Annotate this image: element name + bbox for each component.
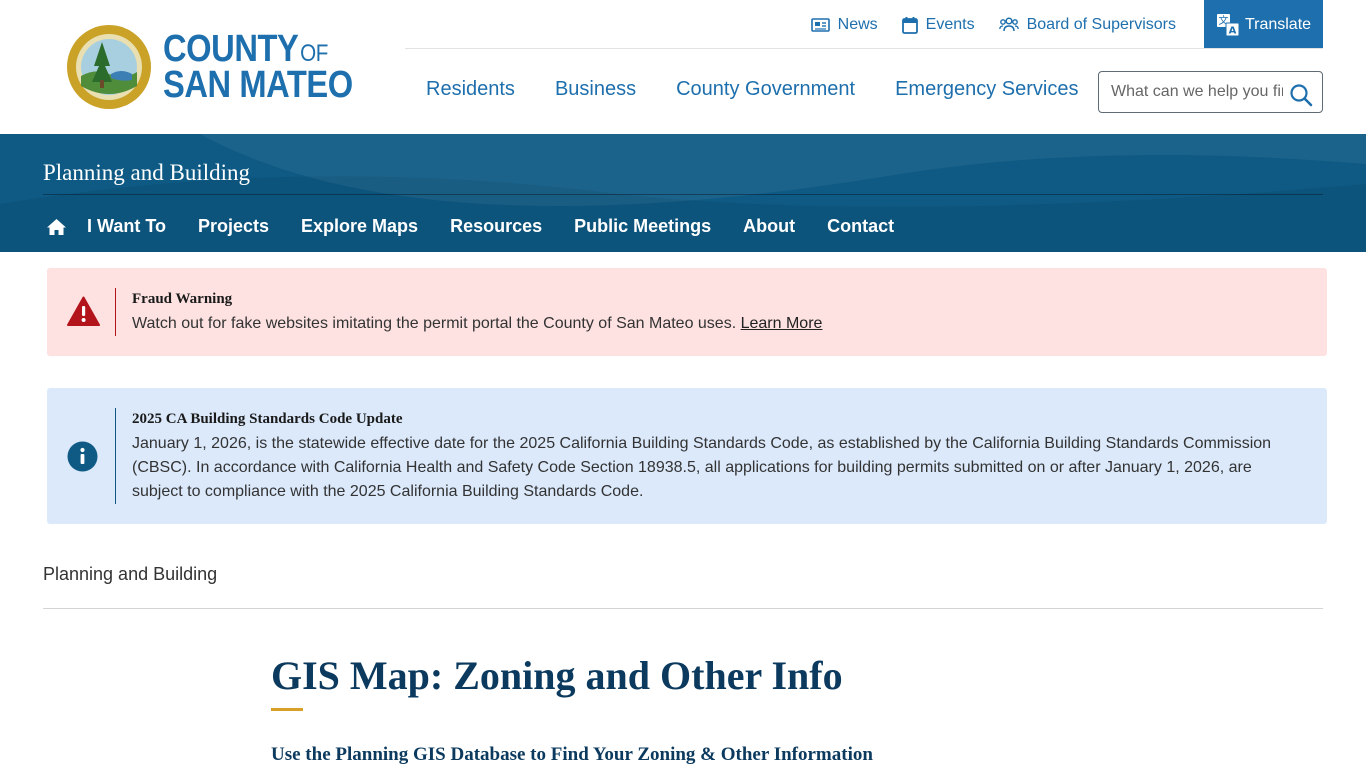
main-nav: Residents Business County Government Eme… <box>426 78 1118 101</box>
translate-button[interactable]: 文A Translate <box>1204 0 1323 49</box>
page-subtitle: Use the Planning GIS Database to Find Yo… <box>271 744 873 765</box>
subnav-contact[interactable]: Contact <box>827 216 894 237</box>
newspaper-icon <box>810 17 830 32</box>
search-icon[interactable] <box>1289 83 1313 107</box>
info-circle-icon <box>67 441 98 472</box>
subnav-resources[interactable]: Resources <box>450 216 542 237</box>
subnav-about[interactable]: About <box>743 216 795 237</box>
nav-residents[interactable]: Residents <box>426 78 515 101</box>
code-update-alert: 2025 CA Building Standards Code Update J… <box>47 388 1327 524</box>
events-label: Events <box>925 15 975 33</box>
calendar-icon <box>901 16 918 34</box>
subnav-projects[interactable]: Projects <box>198 216 269 237</box>
fraud-warning-alert: Fraud Warning Watch out for fake website… <box>47 268 1327 356</box>
nav-county-government[interactable]: County Government <box>676 78 855 101</box>
nav-business[interactable]: Business <box>555 78 636 101</box>
home-link[interactable] <box>46 218 67 236</box>
header-divider <box>405 48 1323 49</box>
events-link[interactable]: Events <box>901 15 975 34</box>
breadcrumb-divider <box>43 608 1323 609</box>
alert-divider <box>115 288 116 336</box>
county-wordmark: COUNTY OF SAN MATEO <box>163 30 384 104</box>
county-logo[interactable]: COUNTY OF SAN MATEO <box>66 24 384 110</box>
fraud-alert-title: Fraud Warning <box>132 291 233 307</box>
alert-divider <box>115 408 116 504</box>
code-alert-title: 2025 CA Building Standards Code Update <box>132 411 403 427</box>
subnav-public-meetings[interactable]: Public Meetings <box>574 216 711 237</box>
home-icon <box>47 218 66 235</box>
learn-more-link[interactable]: Learn More <box>741 315 823 332</box>
logo-of: OF <box>300 40 328 67</box>
banner-divider <box>43 194 1323 195</box>
title-accent-bar <box>271 708 303 711</box>
breadcrumb[interactable]: Planning and Building <box>43 564 217 585</box>
board-label: Board of Supervisors <box>1026 15 1176 33</box>
people-icon <box>998 17 1019 32</box>
logo-san-mateo: SAN MATEO <box>163 64 353 106</box>
translate-icon: 文A <box>1216 13 1240 36</box>
fraud-alert-text-wrap: Watch out for fake websites imitating th… <box>132 312 1287 336</box>
code-alert-text: January 1, 2026, is the statewide effect… <box>132 435 1272 500</box>
logo-county: COUNTY <box>163 28 299 70</box>
search-input[interactable] <box>1111 83 1283 101</box>
warning-triangle-icon <box>67 296 100 326</box>
svg-text:A: A <box>1229 25 1237 36</box>
site-search <box>1098 71 1323 113</box>
nav-emergency-services[interactable]: Emergency Services <box>895 78 1078 101</box>
department-title[interactable]: Planning and Building <box>43 160 250 186</box>
news-label: News <box>837 15 878 33</box>
department-banner: Planning and Building I Want To Projects… <box>0 134 1366 252</box>
site-header: COUNTY OF SAN MATEO News Events Board of … <box>0 0 1366 134</box>
utility-nav: News Events Board of Supervisors 文A Tran… <box>787 0 1323 49</box>
subnav-explore-maps[interactable]: Explore Maps <box>301 216 418 237</box>
translate-label: Translate <box>1244 15 1312 33</box>
board-of-supervisors-link[interactable]: Board of Supervisors <box>998 15 1176 34</box>
code-alert-body: 2025 CA Building Standards Code Update J… <box>132 411 1287 504</box>
department-subnav: I Want To Projects Explore Maps Resource… <box>46 216 926 237</box>
fraud-alert-body: Fraud Warning Watch out for fake website… <box>132 291 1287 336</box>
subnav-i-want-to[interactable]: I Want To <box>87 216 166 237</box>
county-seal-icon <box>67 25 151 109</box>
page-title: GIS Map: Zoning and Other Info <box>271 653 843 698</box>
news-link[interactable]: News <box>810 15 878 34</box>
fraud-alert-text: Watch out for fake websites imitating th… <box>132 315 737 332</box>
